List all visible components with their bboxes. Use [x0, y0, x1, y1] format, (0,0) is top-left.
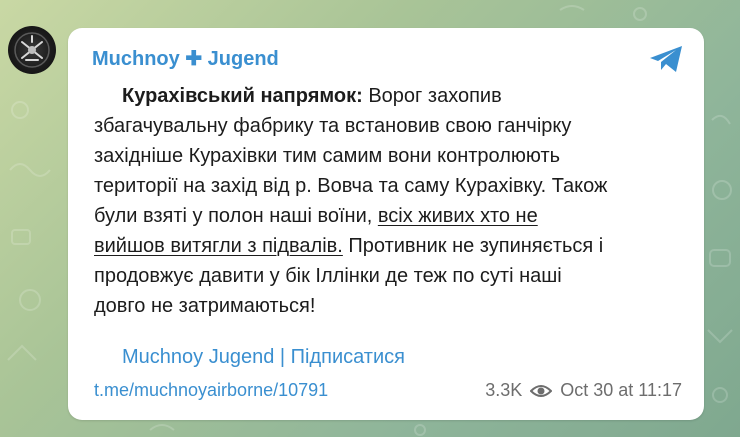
message-line: збагачувальну фабрику та встановив свою …: [94, 115, 572, 137]
message-line-plain: були взяті у полон наші воїни,: [94, 205, 378, 227]
message-line: продовжує давити у бік Іллінки де теж по…: [94, 265, 562, 287]
channel-avatar[interactable]: [8, 26, 56, 74]
post-meta: 3.3K Oct 30 at 11:17: [485, 380, 682, 401]
message-line: західніше Курахівки тим самим вони контр…: [94, 145, 561, 167]
message-card: Muchnoy ✚ Jugend Курахівський напрямок: …: [68, 28, 704, 420]
message-text: Курахівський напрямок: Ворог захопив зба…: [94, 81, 694, 321]
message-line-rest: Ворог захопив: [362, 85, 502, 107]
subscribe-link[interactable]: Muchnoy Jugend | Підписатися: [122, 346, 405, 369]
message-underlined-text: всіх живих хто не: [377, 205, 538, 227]
view-count: 3.3K: [485, 380, 523, 400]
post-link[interactable]: t.me/muchnoyairborne/10791: [94, 380, 328, 401]
message-bold-prefix: Курахівський напрямок:: [122, 85, 363, 107]
channel-name[interactable]: Muchnoy ✚ Jugend: [92, 46, 279, 71]
post-date: Oct 30 at 11:17: [560, 380, 682, 400]
message-line-rest: Противник не зупиняється і: [342, 235, 604, 257]
message-line: Курахівський напрямок: Ворог захопив: [94, 81, 694, 111]
avatar-emblem-icon: [14, 32, 50, 68]
message-underlined-text: вийшов витягли з підвалів.: [94, 235, 343, 257]
message-line: території на захід від р. Вовча та саму …: [94, 175, 608, 197]
telegram-send-icon[interactable]: [648, 44, 684, 74]
message-line: були взяті у полон наші воїни, всіх живи…: [94, 201, 694, 231]
message-line: довго не затримаються!: [94, 295, 316, 317]
message-line: вийшов витягли з підвалів. Противник не …: [94, 231, 694, 261]
eye-icon: [530, 384, 553, 397]
